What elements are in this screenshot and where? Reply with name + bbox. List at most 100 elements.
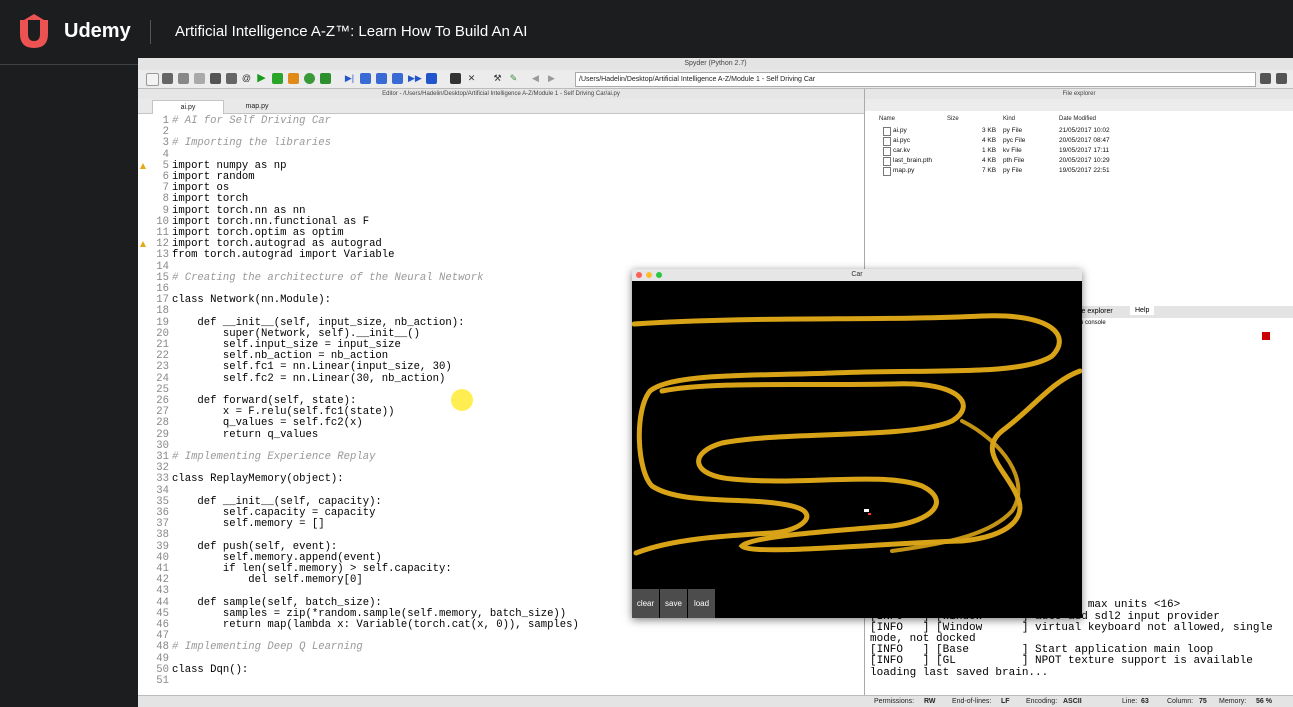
file-kind: py File: [1003, 167, 1023, 174]
code-text: self.memory = []: [172, 518, 325, 531]
column-size[interactable]: Size: [947, 116, 959, 122]
permissions-label: Permissions:: [874, 698, 915, 705]
file-size: 1 KB: [982, 147, 997, 154]
code-text: # Importing the libraries: [172, 137, 331, 150]
fullscreen-icon[interactable]: ✕: [466, 73, 477, 84]
file-explorer-toolbar: [865, 99, 1293, 111]
file-date: 21/05/2017 10:02: [1059, 127, 1110, 134]
file-row[interactable]: map.py 7 KB py File 19/05/2017 22:51: [865, 166, 1293, 176]
tab-help[interactable]: Help: [1130, 306, 1155, 315]
column-name[interactable]: Name: [879, 116, 895, 122]
run-selection-icon[interactable]: [320, 73, 331, 84]
spyder-window-title: Spyder (Python 2.7): [138, 58, 1293, 70]
back-arrow-icon[interactable]: ◀: [530, 73, 541, 84]
udemy-header: Udemy Artificial Intelligence A-Z™: Lear…: [0, 0, 1293, 65]
file-icon: [883, 157, 891, 166]
stop-debug-icon[interactable]: [426, 73, 437, 84]
file-size: 4 KB: [982, 157, 997, 164]
warning-icon[interactable]: [140, 241, 146, 248]
column-date[interactable]: Date Modified: [1059, 116, 1096, 122]
eol-value: LF: [1001, 698, 1010, 705]
maximize-pane-icon[interactable]: [450, 73, 461, 84]
play-icon[interactable]: [563, 303, 603, 349]
file-size: 7 KB: [982, 167, 997, 174]
tab-ai-py[interactable]: ai.py: [152, 100, 224, 114]
rerun-icon[interactable]: [304, 73, 315, 84]
step-return-icon[interactable]: [392, 73, 403, 84]
line-number: 43: [156, 585, 169, 598]
load-button[interactable]: load: [688, 589, 715, 618]
list-icon[interactable]: [210, 73, 221, 84]
car-window-title: Car: [632, 269, 1082, 281]
tab-map-py[interactable]: map.py: [222, 100, 292, 113]
code-text: import torch: [172, 193, 249, 206]
save-all-icon[interactable]: [194, 73, 205, 84]
maximize-icon[interactable]: [656, 272, 662, 278]
file-name: map.py: [893, 167, 915, 174]
brand-name[interactable]: Udemy: [64, 20, 131, 43]
line-number: 48: [156, 641, 169, 654]
python-path-icon[interactable]: ✎: [508, 73, 519, 84]
minimize-icon[interactable]: [646, 272, 652, 278]
line-number: 13: [156, 249, 169, 262]
memory-label: Memory:: [1219, 698, 1247, 705]
warning-icon[interactable]: [140, 162, 146, 169]
file-name: car.kv: [893, 147, 910, 154]
close-icon[interactable]: [636, 272, 642, 278]
code-text: # Implementing Experience Replay: [172, 451, 376, 463]
console-tab-label[interactable]: n console: [1080, 320, 1106, 326]
file-row[interactable]: car.kv 1 KB kv File 19/05/2017 17:11: [865, 146, 1293, 156]
run-icon[interactable]: ▶: [256, 73, 267, 84]
line-number: 28: [156, 417, 169, 430]
file-kind: py File: [1003, 127, 1023, 134]
new-file-icon[interactable]: [146, 73, 159, 86]
column-value: 75: [1199, 698, 1207, 705]
save-icon[interactable]: [178, 73, 189, 84]
memory-value: 56 %: [1256, 698, 1272, 705]
at-icon[interactable]: @: [241, 73, 252, 84]
clear-button[interactable]: clear: [632, 589, 659, 618]
browse-tabs-icon[interactable]: [226, 73, 237, 84]
code-text: # AI for Self Driving Car: [172, 115, 331, 127]
file-icon: [883, 137, 891, 146]
continue-icon[interactable]: ▶▶: [408, 73, 422, 84]
tab-label: map.py: [245, 103, 269, 110]
car-map-canvas[interactable]: [632, 281, 1082, 587]
forward-arrow-icon[interactable]: ▶: [546, 73, 557, 84]
step-icon[interactable]: [360, 73, 371, 84]
tab-file-explorer[interactable]: le explorer: [1080, 308, 1113, 315]
file-name: ai.py: [893, 127, 907, 134]
code-text: # Implementing Deep Q Learning: [172, 641, 363, 654]
file-row[interactable]: ai.py 3 KB py File 21/05/2017 10:02: [865, 126, 1293, 136]
course-title[interactable]: Artificial Intelligence A-Z™: Learn How …: [175, 23, 527, 40]
editor-tabs: ai.py map.py: [138, 99, 864, 114]
wrench-icon[interactable]: ⚒: [492, 73, 503, 84]
code-text: from torch.autograd import Variable: [172, 249, 395, 262]
code-text: return q_values: [172, 428, 319, 441]
column-kind[interactable]: Kind: [1003, 116, 1015, 122]
code-text: self.fc2 = nn.Linear(30, nb_action): [172, 372, 446, 385]
video-player[interactable]: Spyder (Python 2.7) @ ▶ ▶| ▶▶ ✕ ⚒ ✎ ◀ ▶ …: [138, 58, 1293, 707]
parent-folder-icon[interactable]: [1276, 73, 1287, 84]
file-date: 19/05/2017 17:11: [1059, 147, 1110, 154]
file-row[interactable]: ai.pyc 4 KB pyc File 20/05/2017 08:47: [865, 136, 1293, 146]
stop-icon[interactable]: [1262, 332, 1270, 340]
file-explorer-title: File explorer: [865, 89, 1293, 99]
code-text: class Network(nn.Module):: [172, 294, 331, 307]
console-line: loading last saved brain...: [870, 666, 1049, 679]
open-folder-icon[interactable]: [162, 73, 173, 84]
run-cell-icon[interactable]: [272, 73, 283, 84]
file-row[interactable]: last_brain.pth 4 KB pth File 20/05/2017 10:…: [865, 156, 1293, 166]
car-window[interactable]: Car clear save load: [632, 269, 1082, 618]
encoding-label: Encoding:: [1026, 698, 1058, 705]
working-directory-input[interactable]: /Users/Hadelin/Desktop/Artificial Intell…: [575, 72, 1256, 87]
debug-icon[interactable]: ▶|: [344, 73, 355, 84]
line-number: 38: [156, 529, 169, 542]
browse-folder-icon[interactable]: [1260, 73, 1271, 84]
run-cell-advance-icon[interactable]: [288, 73, 299, 84]
step-into-icon[interactable]: [376, 73, 387, 84]
encoding-value: ASCII: [1063, 698, 1082, 705]
save-button[interactable]: save: [660, 589, 687, 618]
eol-label: End-of-lines:: [952, 698, 992, 705]
code-text: q_values = self.fc2(x): [172, 417, 363, 430]
